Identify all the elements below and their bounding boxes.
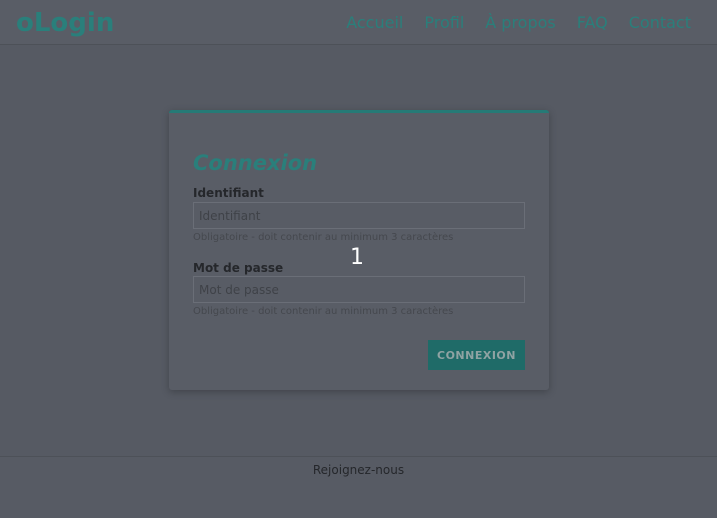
nav-link-profil[interactable]: Profil <box>424 12 464 34</box>
username-hint: Obligatoire - doit contenir au minimum 3… <box>193 232 454 243</box>
nav-link-faq[interactable]: FAQ <box>577 12 608 34</box>
password-label: Mot de passe <box>193 261 284 275</box>
username-input[interactable] <box>193 202 525 229</box>
login-submit-button[interactable]: CONNEXION <box>428 340 525 370</box>
footer: Rejoignez-nous <box>0 456 717 518</box>
brand-logo[interactable]: oLogin <box>16 7 114 39</box>
nav-link-accueil[interactable]: Accueil <box>346 12 403 34</box>
top-navbar: oLogin Accueil Profil À propos FAQ Conta… <box>0 0 717 45</box>
username-label: Identifiant <box>193 186 264 200</box>
password-input[interactable] <box>193 276 525 303</box>
step-marker: 1 <box>350 245 364 270</box>
password-hint: Obligatoire - doit contenir au minimum 3… <box>193 306 454 317</box>
nav-link-a-propos[interactable]: À propos <box>485 12 555 34</box>
nav-link-contact[interactable]: Contact <box>629 12 691 34</box>
login-title: Connexion <box>193 151 318 175</box>
join-link[interactable]: Rejoignez-nous <box>0 463 717 477</box>
main-nav: Accueil Profil À propos FAQ Contact <box>346 12 691 34</box>
